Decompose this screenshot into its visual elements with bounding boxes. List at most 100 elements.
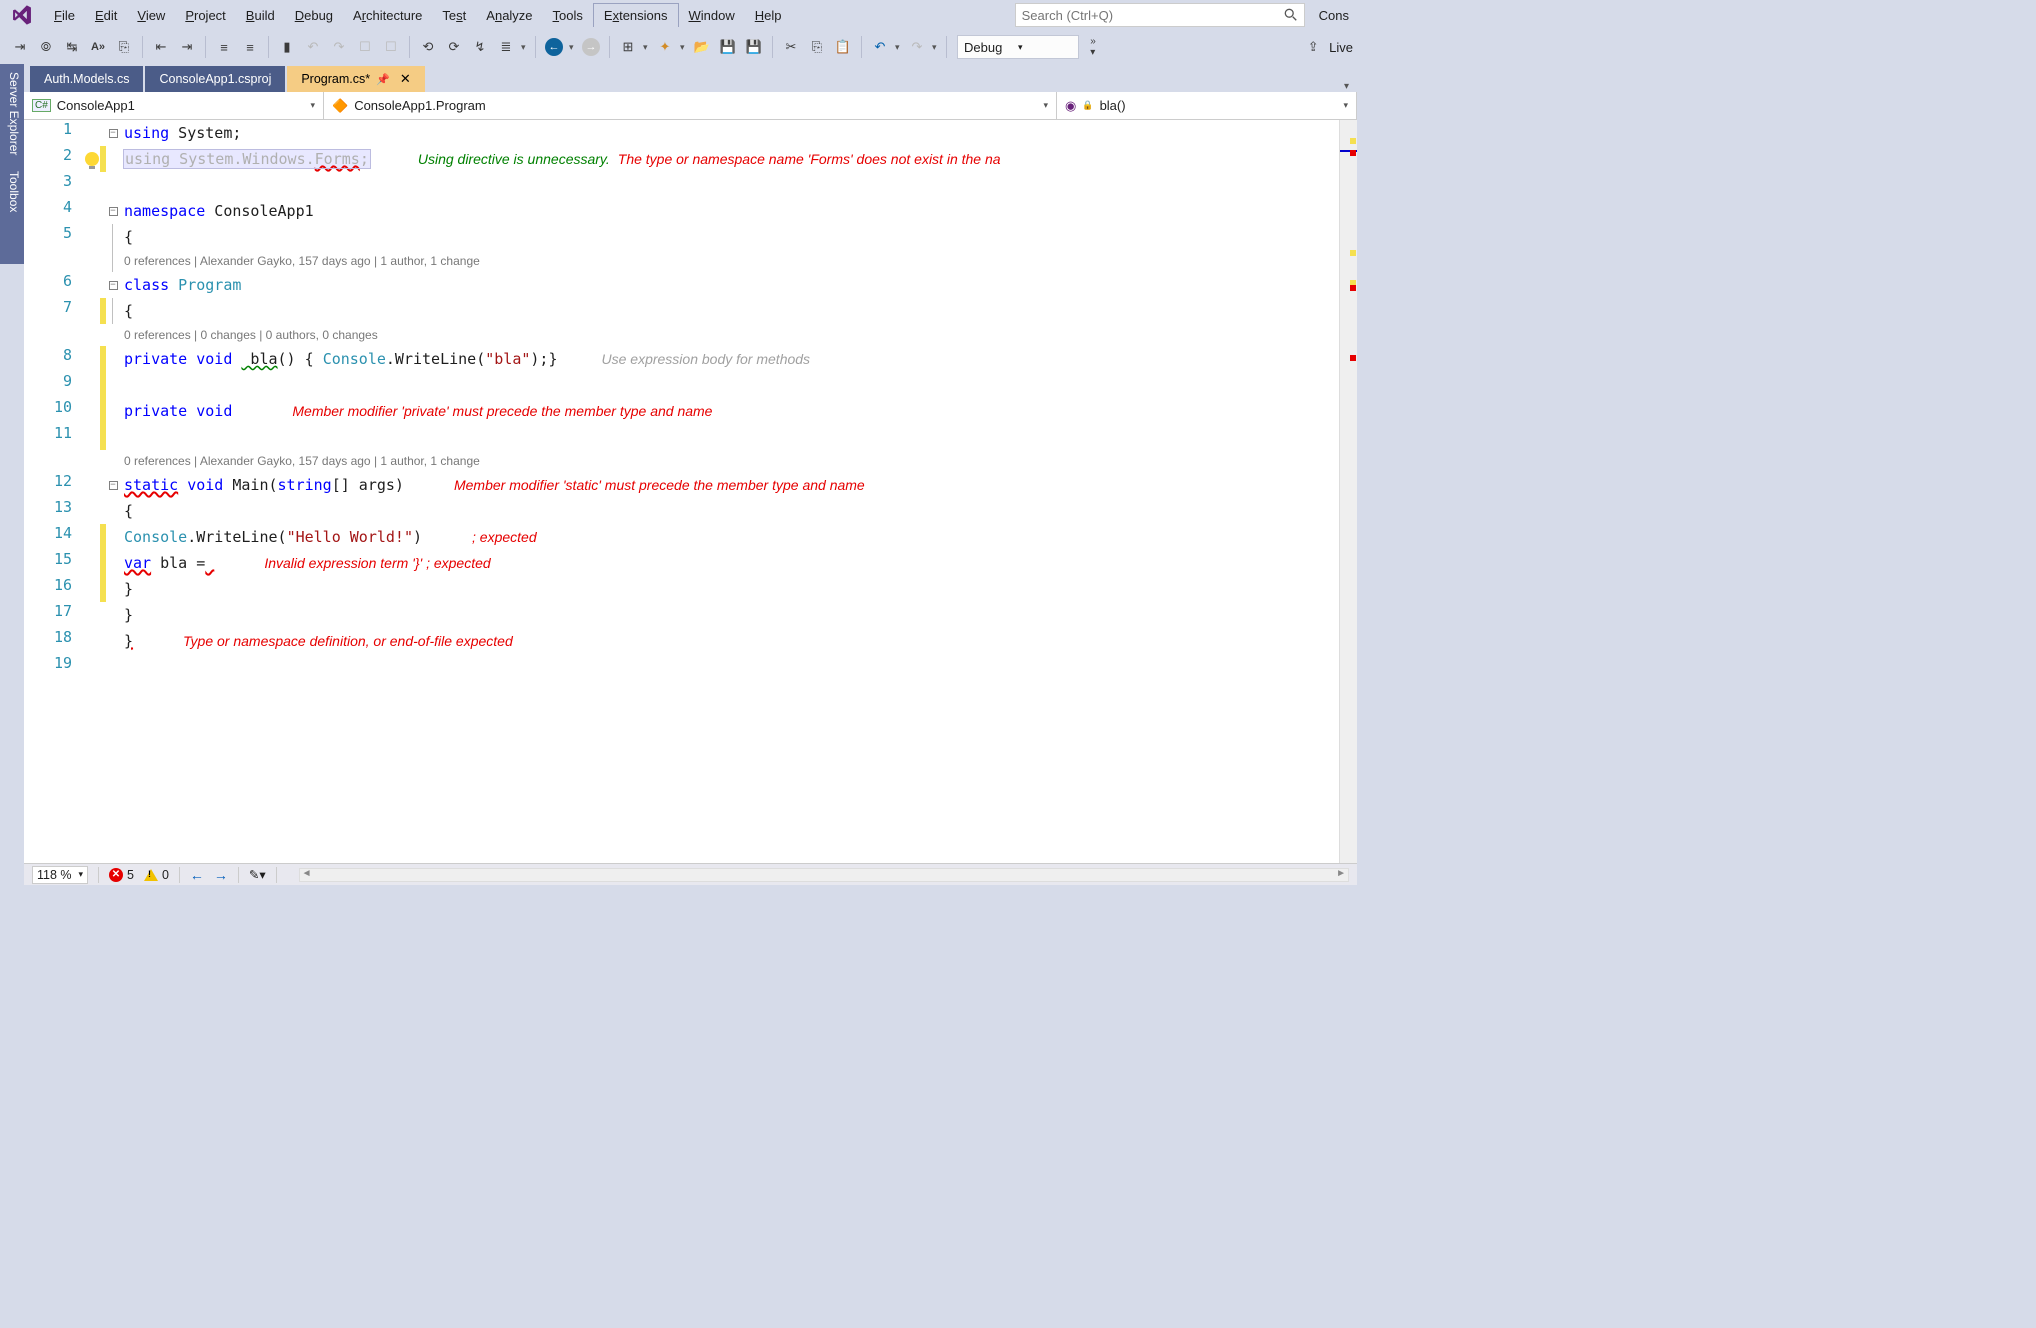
change-marker — [1350, 250, 1356, 256]
live-share-icon[interactable]: ⇪ — [1301, 35, 1325, 59]
menu-debug[interactable]: Debug — [285, 4, 343, 27]
dd[interactable]: ▾ — [895, 42, 903, 53]
close-icon[interactable]: ✕ — [400, 71, 411, 87]
nav-next-icon[interactable]: → — [214, 867, 228, 883]
tool-d7[interactable]: ↯ — [468, 35, 492, 59]
hint-error: Member modifier 'private' must precede t… — [292, 403, 712, 419]
dd[interactable]: ▾ — [932, 42, 940, 53]
tool-d3[interactable]: ☐ — [353, 35, 377, 59]
side-tab-server-explorer[interactable]: Server Explorer — [0, 64, 24, 163]
tool-d1[interactable]: ↶ — [301, 35, 325, 59]
hint-error: Invalid expression term '}' ; expected — [264, 555, 490, 571]
line-number: 1 — [24, 120, 84, 146]
tool-btn-2[interactable]: ⦾ — [34, 35, 58, 59]
menu-window[interactable]: Window — [679, 4, 745, 27]
side-tab-well: Server Explorer Toolbox — [0, 64, 24, 264]
tab-overflow[interactable]: ▾ — [1344, 81, 1357, 92]
codelens[interactable]: 0 references | Alexander Gayko, 157 days… — [120, 250, 1357, 272]
vertical-scrollbar[interactable] — [1339, 120, 1357, 863]
overflow-icon[interactable]: »▾ — [1081, 35, 1105, 59]
separator — [409, 36, 410, 58]
search-input[interactable] — [1022, 8, 1284, 23]
dd[interactable]: ▾ — [569, 42, 577, 53]
tool-d6[interactable]: ⟳ — [442, 35, 466, 59]
change-marker — [1350, 138, 1356, 144]
nav-class-dropdown[interactable]: 🔶 ConsoleApp1.Program ▾ — [324, 92, 1057, 119]
code-editor[interactable]: ⬍ 1 − using System; 2 using System.Windo… — [24, 120, 1357, 863]
live-share-label[interactable]: Live — [1329, 40, 1353, 55]
dd[interactable]: ▾ — [643, 42, 651, 53]
dd[interactable]: ▾ — [680, 42, 688, 53]
search-box[interactable] — [1015, 3, 1305, 27]
error-icon: ✕ — [109, 868, 123, 882]
menu-file[interactable]: File — [44, 4, 85, 27]
pin-icon[interactable]: 📌 — [376, 73, 390, 86]
tab-auth-models[interactable]: Auth.Models.cs — [30, 66, 143, 92]
right-panel-link[interactable]: Cons — [1311, 4, 1357, 27]
zoom-dropdown[interactable]: 118 %▾ — [32, 866, 88, 884]
codelens[interactable]: 0 references | 0 changes | 0 authors, 0 … — [120, 324, 1357, 346]
new-item-icon[interactable]: ✦ — [653, 35, 677, 59]
undo-icon[interactable]: ↶ — [868, 35, 892, 59]
menu-tools[interactable]: Tools — [543, 4, 593, 27]
nav-member-dropdown[interactable]: ◉ 🔒 bla() ▾ — [1057, 92, 1357, 119]
tool-outdent[interactable]: ≡ — [212, 35, 236, 59]
tool-d4[interactable]: ☐ — [379, 35, 403, 59]
new-project-icon[interactable]: ⊞ — [616, 35, 640, 59]
copy-icon[interactable]: ⎘ — [805, 35, 829, 59]
hint-error: ; expected — [472, 529, 537, 545]
menu-bar: File Edit View Project Build Debug Archi… — [0, 0, 1357, 30]
lightbulb-icon[interactable] — [85, 152, 99, 166]
config-dropdown[interactable]: Debug ▾ — [957, 35, 1079, 59]
menu-test[interactable]: Test — [432, 4, 476, 27]
nav-project-dropdown[interactable]: C# ConsoleApp1 ▾ — [24, 92, 324, 119]
separator — [609, 36, 610, 58]
save-icon[interactable]: 💾 — [716, 35, 740, 59]
tab-program[interactable]: Program.cs* 📌 ✕ — [287, 66, 424, 92]
pen-icon[interactable]: ✎▾ — [249, 867, 266, 882]
menu-build[interactable]: Build — [236, 4, 285, 27]
paste-icon[interactable]: 📋 — [831, 35, 855, 59]
menu-view[interactable]: View — [127, 4, 175, 27]
cut-icon[interactable]: ✂ — [779, 35, 803, 59]
error-count[interactable]: ✕ 5 — [109, 868, 134, 882]
side-tab-toolbox[interactable]: Toolbox — [0, 163, 24, 220]
tool-btn-1[interactable]: ⇥ — [8, 35, 32, 59]
tab-csproj[interactable]: ConsoleApp1.csproj — [145, 66, 285, 92]
open-icon[interactable]: 📂 — [690, 35, 714, 59]
tool-d5[interactable]: ⟲ — [416, 35, 440, 59]
menu-project[interactable]: Project — [175, 4, 235, 27]
tool-d8[interactable]: ≣ — [494, 35, 518, 59]
document-tabs: Auth.Models.cs ConsoleApp1.csproj Progra… — [24, 64, 1357, 92]
menu-help[interactable]: Help — [745, 4, 792, 27]
code-line[interactable]: using System; — [120, 120, 1357, 146]
tool-btn-3[interactable]: ↹ — [60, 35, 84, 59]
redo-icon[interactable]: ↷ — [905, 35, 929, 59]
hint-error: Member modifier 'static' must precede th… — [454, 477, 865, 493]
tool-indent-in[interactable]: ⇥ — [175, 35, 199, 59]
menu-analyze[interactable]: Analyze — [476, 4, 542, 27]
tool-indent[interactable]: ≡ — [238, 35, 262, 59]
tool-indent-out[interactable]: ⇤ — [149, 35, 173, 59]
menu-architecture[interactable]: Architecture — [343, 4, 432, 27]
tool-d2[interactable]: ↷ — [327, 35, 351, 59]
nav-prev-icon[interactable]: ← — [190, 867, 204, 883]
separator — [142, 36, 143, 58]
dd[interactable]: ▾ — [521, 42, 529, 53]
codelens[interactable]: 0 references | Alexander Gayko, 157 days… — [120, 450, 1357, 472]
nav-back[interactable]: ← — [542, 35, 566, 59]
nav-fwd[interactable]: → — [579, 35, 603, 59]
warning-count[interactable]: ! 0 — [144, 868, 169, 882]
class-icon: 🔶 — [332, 98, 348, 114]
editor-status-bar: 118 %▾ ✕ 5 ! 0 ← → ✎▾ ◄ ► — [24, 863, 1357, 885]
menu-extensions[interactable]: Extensions — [593, 3, 679, 27]
horizontal-scrollbar[interactable]: ◄ ► — [299, 868, 1349, 882]
tool-btn-5[interactable]: ⎘ — [112, 35, 136, 59]
bookmark-icon[interactable]: ▮ — [275, 35, 299, 59]
error-marker — [1350, 150, 1356, 156]
menu-edit[interactable]: Edit — [85, 4, 127, 27]
save-all-icon[interactable]: 💾 — [742, 35, 766, 59]
tool-btn-4[interactable]: A» — [86, 35, 110, 59]
code-line[interactable]: using System.Windows.Forms; Using direct… — [120, 146, 1357, 172]
hint-unnecessary: Using directive is unnecessary. — [418, 151, 610, 167]
